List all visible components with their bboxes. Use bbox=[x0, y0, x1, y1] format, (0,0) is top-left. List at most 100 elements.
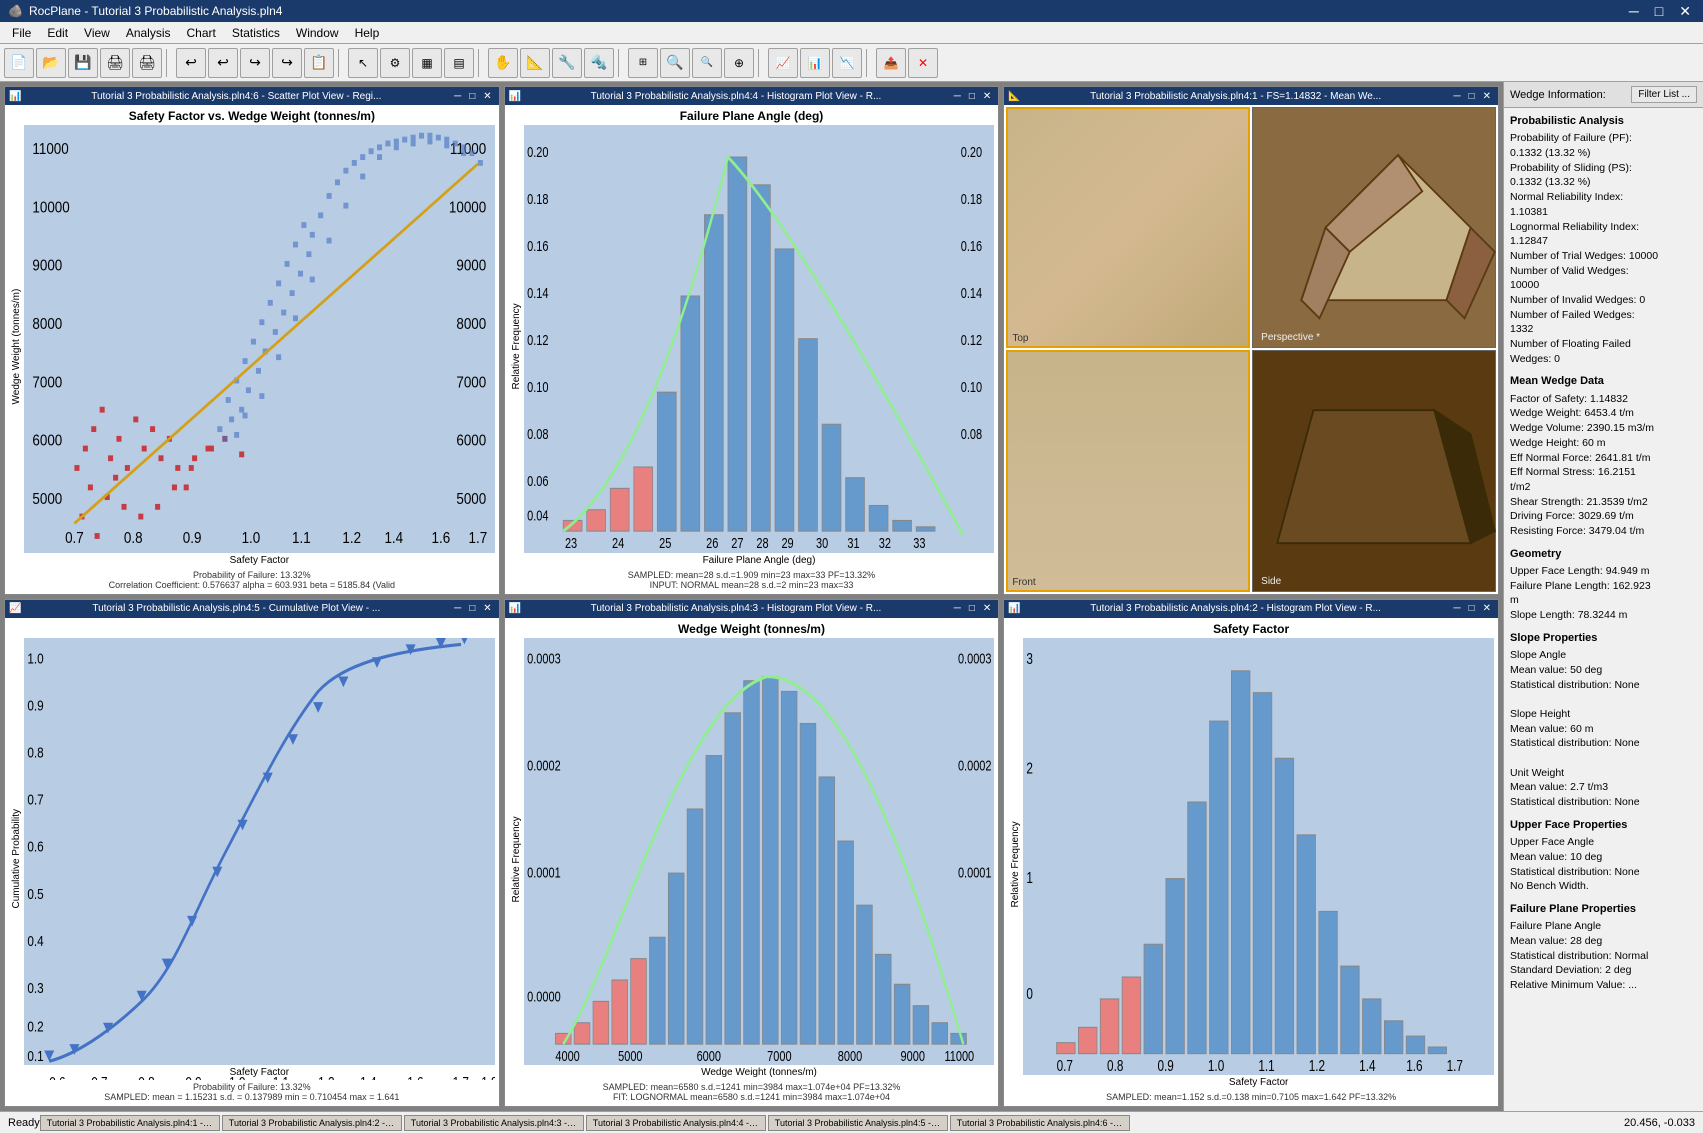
svg-text:1.2: 1.2 bbox=[1309, 1057, 1325, 1074]
undo-button[interactable]: ↩ bbox=[176, 48, 206, 78]
zoom-fit-button[interactable]: ⊞ bbox=[628, 48, 658, 78]
zoom-in-button[interactable]: 🔍 bbox=[660, 48, 690, 78]
svg-text:0.16: 0.16 bbox=[527, 237, 548, 254]
svg-text:0.1: 0.1 bbox=[27, 1047, 43, 1064]
hww-minimize[interactable]: ─ bbox=[951, 603, 964, 614]
histogram-fp-title-bar[interactable]: 📊 Tutorial 3 Probabilistic Analysis.pln4… bbox=[505, 87, 999, 105]
tool4-button[interactable]: 🔩 bbox=[584, 48, 614, 78]
status-tab-5[interactable]: Tutorial 3 Probabilistic Analysis.pln4:5… bbox=[768, 1115, 948, 1131]
v3d-close[interactable]: ✕ bbox=[1480, 91, 1494, 102]
close-chart-button[interactable]: ✕ bbox=[908, 48, 938, 78]
scatter-maximize[interactable]: □ bbox=[466, 91, 478, 102]
chart-line-button[interactable]: 📈 bbox=[768, 48, 798, 78]
svg-text:28: 28 bbox=[756, 535, 768, 552]
view3d-title-bar[interactable]: 📐 Tutorial 3 Probabilistic Analysis.pln4… bbox=[1004, 87, 1498, 105]
cum-maximize[interactable]: □ bbox=[466, 603, 478, 614]
main-area: 📊 Tutorial 3 Probabilistic Analysis.pln4… bbox=[0, 82, 1703, 1111]
save-button[interactable]: 💾 bbox=[68, 48, 98, 78]
svg-text:0.14: 0.14 bbox=[527, 284, 548, 301]
chart-bar-button[interactable]: 📊 bbox=[800, 48, 830, 78]
tool3-button[interactable]: 🔧 bbox=[552, 48, 582, 78]
svg-text:0.20: 0.20 bbox=[527, 143, 548, 160]
select-button[interactable]: ↖ bbox=[348, 48, 378, 78]
histogram-fp-window: 📊 Tutorial 3 Probabilistic Analysis.pln4… bbox=[504, 86, 1000, 595]
cumulative-title-bar[interactable]: 📈 Tutorial 3 Probabilistic Analysis.pln4… bbox=[5, 600, 499, 618]
close-button[interactable]: ✕ bbox=[1675, 3, 1695, 20]
histogram-ww-content: Wedge Weight (tonnes/m) Relative Frequen… bbox=[505, 618, 999, 1107]
cum-close[interactable]: ✕ bbox=[480, 603, 494, 614]
hsf-maximize[interactable]: □ bbox=[1466, 603, 1478, 614]
svg-text:0.9: 0.9 bbox=[183, 530, 202, 547]
menu-view[interactable]: View bbox=[76, 24, 118, 42]
svg-text:0.04: 0.04 bbox=[527, 507, 548, 524]
svg-text:4000: 4000 bbox=[555, 1047, 579, 1064]
new-button[interactable]: 📄 bbox=[4, 48, 34, 78]
print2-button[interactable]: 🖨 bbox=[132, 48, 162, 78]
hfp-minimize[interactable]: ─ bbox=[951, 91, 964, 102]
hfp-close[interactable]: ✕ bbox=[980, 91, 994, 102]
zoom-out-button[interactable]: 🔍 bbox=[692, 48, 722, 78]
svg-text:0.08: 0.08 bbox=[960, 426, 981, 443]
hww-maximize[interactable]: □ bbox=[966, 603, 978, 614]
toolbar-separator-2 bbox=[338, 49, 344, 77]
histogram-ww-title-bar[interactable]: 📊 Tutorial 3 Probabilistic Analysis.pln4… bbox=[505, 600, 999, 618]
table-button[interactable]: ▦ bbox=[412, 48, 442, 78]
tool2-button[interactable]: 📐 bbox=[520, 48, 550, 78]
menu-chart[interactable]: Chart bbox=[179, 24, 224, 42]
hfp-maximize[interactable]: □ bbox=[966, 91, 978, 102]
histogram-fp-content: Failure Plane Angle (deg) Relative Frequ… bbox=[505, 105, 999, 594]
maximize-button[interactable]: □ bbox=[1651, 3, 1667, 20]
svg-text:0.18: 0.18 bbox=[960, 190, 981, 207]
status-tab-6[interactable]: Tutorial 3 Probabilistic Analysis.pln4:6… bbox=[950, 1115, 1130, 1131]
menu-analysis[interactable]: Analysis bbox=[118, 24, 179, 42]
svg-text:1.6: 1.6 bbox=[1407, 1057, 1423, 1074]
status-bar: Ready Tutorial 3 Probabilistic Analysis.… bbox=[0, 1111, 1703, 1133]
export-button[interactable]: 📤 bbox=[876, 48, 906, 78]
table2-button[interactable]: ▤ bbox=[444, 48, 474, 78]
v3d-minimize[interactable]: ─ bbox=[1450, 91, 1463, 102]
hww-x-label: Wedge Weight (tonnes/m) bbox=[524, 1065, 995, 1080]
status-tab-1[interactable]: Tutorial 3 Probabilistic Analysis.pln4:1… bbox=[40, 1115, 220, 1131]
v3d-maximize[interactable]: □ bbox=[1466, 91, 1478, 102]
upper-face-section-title: Upper Face Properties bbox=[1510, 818, 1697, 833]
zoom-sel-button[interactable]: ⊕ bbox=[724, 48, 754, 78]
redo-button[interactable]: ↪ bbox=[240, 48, 270, 78]
svg-text:0.10: 0.10 bbox=[527, 379, 548, 396]
svg-text:11000: 11000 bbox=[944, 1047, 974, 1064]
chart-hist-button[interactable]: 📉 bbox=[832, 48, 862, 78]
menu-statistics[interactable]: Statistics bbox=[224, 24, 288, 42]
status-tab-4[interactable]: Tutorial 3 Probabilistic Analysis.pln4:4… bbox=[586, 1115, 766, 1131]
scatter-y-label: Wedge Weight (tonnes/m) bbox=[9, 125, 24, 568]
pan-button[interactable]: ✋ bbox=[488, 48, 518, 78]
menu-help[interactable]: Help bbox=[347, 24, 388, 42]
menu-window[interactable]: Window bbox=[288, 24, 347, 42]
print-button[interactable]: 🖨 bbox=[100, 48, 130, 78]
histogram-sf-title-bar[interactable]: 📊 Tutorial 3 Probabilistic Analysis.pln4… bbox=[1004, 600, 1498, 618]
menu-edit[interactable]: Edit bbox=[39, 24, 76, 42]
perspective-view: Perspective * bbox=[1252, 107, 1496, 348]
status-tab-2[interactable]: Tutorial 3 Probabilistic Analysis.pln4:2… bbox=[222, 1115, 402, 1131]
redo2-button[interactable]: ↪ bbox=[272, 48, 302, 78]
undo2-button[interactable]: ↩ bbox=[208, 48, 238, 78]
open-button[interactable]: 📂 bbox=[36, 48, 66, 78]
scatter-minimize[interactable]: ─ bbox=[451, 91, 464, 102]
svg-text:1.1: 1.1 bbox=[1259, 1057, 1275, 1074]
status-tab-3[interactable]: Tutorial 3 Probabilistic Analysis.pln4:3… bbox=[404, 1115, 584, 1131]
scatter-title-bar[interactable]: 📊 Tutorial 3 Probabilistic Analysis.pln4… bbox=[5, 87, 499, 105]
page-button[interactable]: 📋 bbox=[304, 48, 334, 78]
filter-list-button[interactable]: Filter List ... bbox=[1631, 86, 1697, 103]
hsf-close[interactable]: ✕ bbox=[1480, 603, 1494, 614]
view-3d-grid: Top Perspective * bbox=[1006, 107, 1496, 592]
hsf-minimize[interactable]: ─ bbox=[1450, 603, 1463, 614]
toolbar-separator-3 bbox=[478, 49, 484, 77]
cum-minimize[interactable]: ─ bbox=[451, 603, 464, 614]
svg-text:25: 25 bbox=[659, 535, 671, 552]
menu-bar: File Edit View Analysis Chart Statistics… bbox=[0, 22, 1703, 44]
svg-text:0.9: 0.9 bbox=[27, 697, 43, 714]
menu-file[interactable]: File bbox=[4, 24, 39, 42]
minimize-button[interactable]: ─ bbox=[1625, 3, 1643, 20]
status-tabs[interactable]: Tutorial 3 Probabilistic Analysis.pln4:1… bbox=[40, 1115, 1624, 1131]
compute-button[interactable]: ⚙ bbox=[380, 48, 410, 78]
hww-close[interactable]: ✕ bbox=[980, 603, 994, 614]
scatter-close[interactable]: ✕ bbox=[480, 91, 494, 102]
